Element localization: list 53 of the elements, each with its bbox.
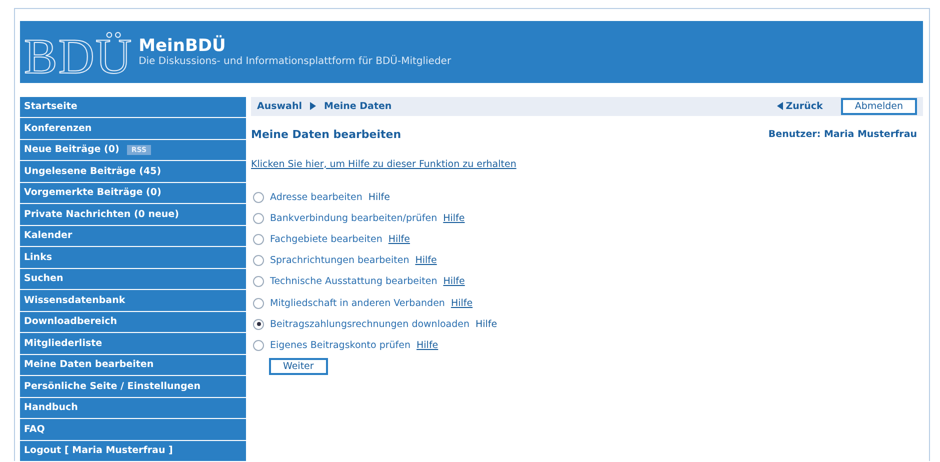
option-label: Mitgliedschaft in anderen Verbanden	[270, 298, 445, 309]
sidebar-item[interactable]: Suchen	[20, 268, 246, 289]
help-link[interactable]: Hilfe	[443, 212, 465, 224]
radio-button[interactable]	[253, 276, 264, 288]
help-link[interactable]: Klicken Sie hier, um Hilfe zu dieser Funktion zu erhalten	[251, 158, 516, 170]
sidebar-item[interactable]: Startseite	[20, 96, 246, 117]
sidebar-item[interactable]: Wissensdatenbank	[20, 290, 246, 310]
sidebar-item[interactable]: Logout [ Maria Musterfrau ]	[20, 440, 246, 461]
back-link[interactable]: Zurück	[776, 100, 823, 112]
help-link[interactable]: Hilfe	[476, 318, 498, 330]
site-subtitle: Die Diskussions- und Informationsplattform für BDÜ-Mitglieder	[138, 56, 452, 68]
option-label: Adresse bearbeiten	[270, 192, 362, 203]
radio-button[interactable]	[253, 234, 264, 245]
submit-button[interactable]: Weiter	[269, 358, 328, 375]
help-link[interactable]: Hilfe	[368, 192, 390, 203]
user-label: Benutzer: Maria Musterfrau	[768, 128, 917, 140]
sidebar-item[interactable]: Handbuch	[20, 398, 246, 418]
back-arrow-icon	[776, 102, 783, 110]
breadcrumb-link[interactable]: Auswahl	[257, 100, 302, 112]
radio-button[interactable]	[253, 318, 264, 330]
radio-button[interactable]	[253, 298, 264, 309]
help-link[interactable]: Hilfe	[443, 276, 465, 288]
breadcrumb-link[interactable]: Meine Daten	[324, 100, 392, 112]
help-link[interactable]: Hilfe	[415, 255, 437, 266]
sidebar-item[interactable]: Persönliche Seite / Einstellungen	[20, 376, 246, 396]
sidebar-item[interactable]: FAQ	[20, 419, 246, 440]
sidebar-item[interactable]: Downloadbereich	[20, 312, 246, 332]
sidebar-item[interactable]: Vorgemerkte Beiträge (0)	[20, 182, 246, 203]
sidebar-item[interactable]: Kalender	[20, 226, 246, 246]
option-label: Sprachrichtungen bearbeiten	[270, 255, 410, 266]
sidebar-item[interactable]: Links	[20, 247, 246, 268]
sidebar-item[interactable]: Ungelesene Beiträge (45)	[20, 161, 246, 182]
logout-button[interactable]: Abmelden	[840, 98, 917, 114]
radio-button[interactable]	[253, 192, 264, 203]
radio-button[interactable]	[253, 255, 264, 266]
option-label: Beitragszahlungsrechnungen downloaden	[270, 318, 470, 330]
radio-button[interactable]	[253, 212, 264, 224]
sidebar-item[interactable]: Meine Daten bearbeiten	[20, 354, 246, 375]
help-link[interactable]: Hilfe	[388, 234, 410, 245]
logo: BDÜ	[24, 30, 133, 81]
radio-button[interactable]	[253, 340, 264, 351]
sidebar-item[interactable]: Private Nachrichten (0 neue)	[20, 204, 246, 224]
sidebar-item[interactable]: Mitgliederliste	[20, 333, 246, 354]
help-link[interactable]: Hilfe	[416, 340, 438, 351]
option-label: Eigenes Beitragskonto prüfen	[270, 340, 411, 351]
help-link[interactable]: Hilfe	[450, 298, 473, 309]
option-label: Technische Ausstattung bearbeiten	[270, 276, 438, 288]
page-heading: Meine Daten bearbeiten	[251, 128, 402, 140]
option-label: Bankverbindung bearbeiten/prüfen	[270, 212, 438, 224]
option-label: Fachgebiete bearbeiten	[270, 234, 382, 245]
chevron-icon	[310, 102, 316, 110]
sidebar-item[interactable]: Konferenzen	[20, 118, 246, 138]
site-title: MeinBDÜ	[138, 36, 226, 56]
